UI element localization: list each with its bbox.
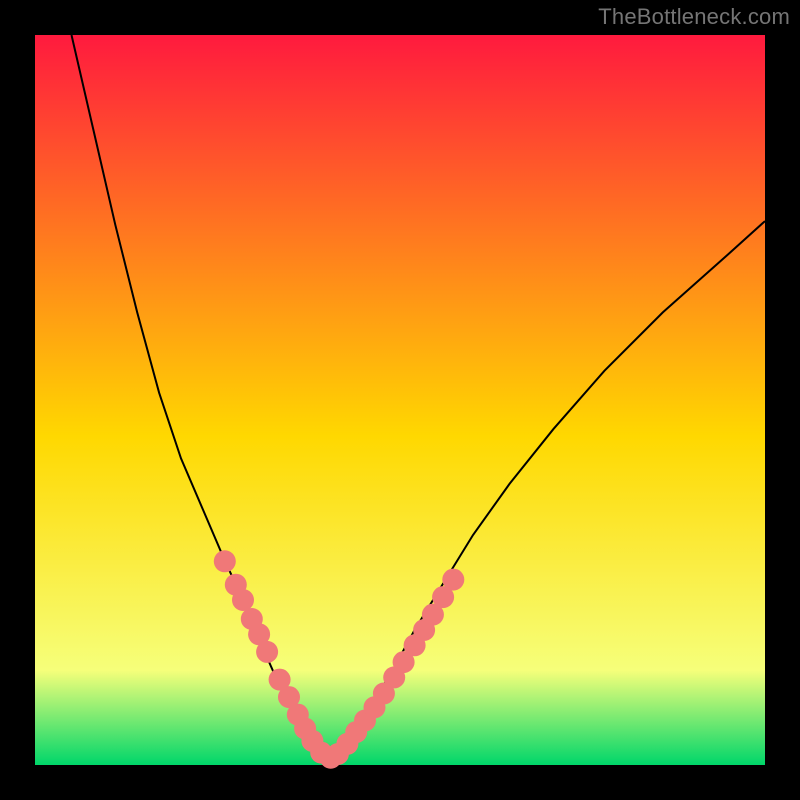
marker-dot <box>214 550 236 572</box>
watermark-text: TheBottleneck.com <box>598 4 790 30</box>
marker-dot <box>256 641 278 663</box>
plot-svg <box>0 0 800 800</box>
marker-dot <box>232 589 254 611</box>
marker-dot <box>442 569 464 591</box>
chart-stage: TheBottleneck.com <box>0 0 800 800</box>
